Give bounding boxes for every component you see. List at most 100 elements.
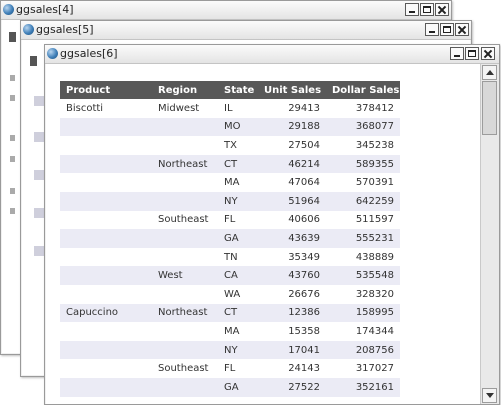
- table-cell: [60, 210, 152, 230]
- window-titlebar[interactable]: ggsales[6]: [45, 45, 499, 64]
- scroll-up-button[interactable]: [482, 65, 497, 80]
- window-titlebar[interactable]: ggsales[4]: [1, 1, 451, 20]
- table-cell: 51964: [258, 191, 326, 211]
- table-cell: [60, 136, 152, 155]
- table-cell: [60, 340, 152, 360]
- table-cell: [60, 377, 152, 397]
- maximize-button[interactable]: [420, 3, 434, 16]
- table-row: Capuccino Northeast CT 12386 158995: [60, 303, 400, 323]
- table-cell: 12386: [258, 303, 326, 323]
- back-cell: [10, 135, 15, 141]
- table-cell: 15358: [258, 322, 326, 341]
- table-cell: CA: [218, 266, 258, 285]
- maximize-icon: [421, 4, 433, 15]
- table-cell: 43760: [258, 266, 326, 285]
- table-cell: 29188: [258, 117, 326, 137]
- scrollbar-thumb[interactable]: [482, 81, 497, 135]
- table-cell: 368077: [326, 117, 400, 137]
- table-cell: 17041: [258, 340, 326, 360]
- table-cell: 345238: [326, 136, 400, 155]
- table-row: MA 47064 570391: [60, 173, 400, 192]
- table-cell: 378412: [326, 99, 400, 118]
- table-row: WA 26676 328320: [60, 284, 400, 304]
- table-cell: 511597: [326, 210, 400, 230]
- table-cell: 35349: [258, 247, 326, 267]
- back-cell: [10, 75, 15, 81]
- table-cell: [152, 322, 218, 341]
- window-title: ggsales[4]: [16, 3, 74, 16]
- table-cell: Biscotti: [60, 99, 152, 118]
- sales-table: Product Region State Unit Sales Dollar Sales…: [60, 81, 400, 397]
- table-row: TN 35349 438889: [60, 247, 400, 267]
- close-button[interactable]: [455, 23, 469, 36]
- table-row: TX 27504 345238: [60, 136, 400, 155]
- table-cell: NY: [218, 340, 258, 360]
- window-ggsales-6[interactable]: ggsales[6] Product Region State Unit Sales D…: [44, 44, 500, 405]
- table-cell: MA: [218, 322, 258, 341]
- table-cell: [152, 191, 218, 211]
- table-cell: 317027: [326, 359, 400, 378]
- table-cell: [152, 117, 218, 137]
- close-icon: [456, 24, 468, 35]
- maximize-icon: [441, 24, 453, 35]
- maximize-button[interactable]: [465, 47, 479, 60]
- table-row: GA 43639 555231: [60, 229, 400, 248]
- table-cell: GA: [218, 377, 258, 397]
- arrow-up-icon: [486, 70, 494, 75]
- window-title: ggsales[5]: [36, 23, 94, 36]
- close-icon: [436, 4, 448, 15]
- app-globe-icon: [47, 48, 58, 59]
- window-titlebar[interactable]: ggsales[5]: [21, 21, 471, 40]
- back-cell: [10, 188, 15, 194]
- table-cell: 47064: [258, 173, 326, 192]
- table-cell: [60, 154, 152, 174]
- table-cell: [60, 359, 152, 378]
- table-cell: 40606: [258, 210, 326, 230]
- minimize-button[interactable]: [450, 47, 464, 60]
- back-cell: [10, 156, 15, 162]
- table-cell: FL: [218, 210, 258, 230]
- table-cell: MA: [218, 173, 258, 192]
- back-cell: [10, 208, 15, 214]
- column-header: State: [218, 81, 258, 99]
- table-cell: 26676: [258, 284, 326, 304]
- scroll-down-button[interactable]: [482, 388, 497, 403]
- table-cell: 24143: [258, 359, 326, 378]
- table-cell: 555231: [326, 229, 400, 248]
- table-cell: [60, 322, 152, 341]
- close-icon: [482, 48, 494, 59]
- table-cell: TN: [218, 247, 258, 267]
- table-cell: 208756: [326, 340, 400, 360]
- app-globe-icon: [3, 4, 14, 15]
- table-cell: [60, 229, 152, 248]
- minimize-button[interactable]: [405, 3, 419, 16]
- table-row: Northeast CT 46214 589355: [60, 154, 400, 174]
- table-cell: 174344: [326, 322, 400, 341]
- vertical-scrollbar[interactable]: [480, 64, 499, 404]
- column-header: Dollar Sales: [326, 81, 400, 99]
- table-row: NY 17041 208756: [60, 340, 400, 360]
- minimize-button[interactable]: [425, 23, 439, 36]
- table-cell: [152, 136, 218, 155]
- close-button[interactable]: [435, 3, 449, 16]
- table-cell: [60, 284, 152, 304]
- table-cell: 328320: [326, 284, 400, 304]
- table-cell: 570391: [326, 173, 400, 192]
- table-cell: IL: [218, 99, 258, 118]
- table-row: Southeast FL 24143 317027: [60, 359, 400, 378]
- minimize-icon: [426, 24, 438, 35]
- table-cell: CT: [218, 303, 258, 323]
- minimize-icon: [406, 4, 418, 15]
- table-cell: [152, 340, 218, 360]
- table-header-row: Product Region State Unit Sales Dollar Sales: [60, 81, 400, 99]
- close-button[interactable]: [481, 47, 495, 60]
- table-cell: 535548: [326, 266, 400, 285]
- minimize-icon: [451, 48, 463, 59]
- back-header-cell: [9, 32, 16, 42]
- table-row: NY 51964 642259: [60, 191, 400, 211]
- table-cell: [152, 247, 218, 267]
- column-header: Unit Sales: [258, 81, 326, 99]
- table-cell: GA: [218, 229, 258, 248]
- maximize-button[interactable]: [440, 23, 454, 36]
- table-cell: [60, 191, 152, 211]
